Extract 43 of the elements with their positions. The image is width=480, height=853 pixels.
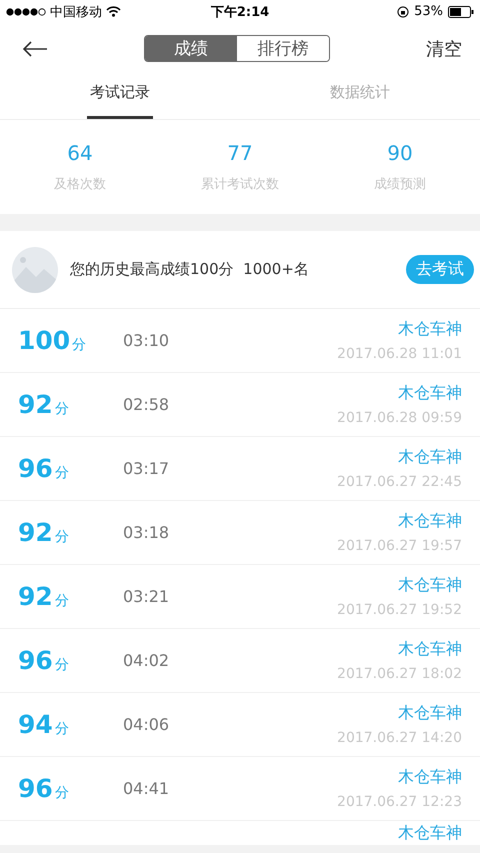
user-name: 木仓车神 (398, 823, 462, 844)
score-text: 92 分 (18, 582, 70, 612)
best-score-text: 您的历史最高成绩100分 1000+名 (70, 260, 310, 280)
user-name: 木仓车神 (398, 511, 462, 532)
battery-percent: 53% (414, 4, 443, 20)
back-arrow-icon[interactable] (22, 40, 48, 57)
signal-icon (6, 8, 46, 16)
score-text: 96 分 (18, 774, 70, 804)
score-text: 96 分 (18, 646, 70, 676)
lock-rotation-icon (397, 6, 410, 18)
user-name: 木仓车神 (398, 767, 462, 788)
duration-text: 04:02 (123, 651, 170, 670)
stat-value: 90 (387, 141, 413, 166)
user-name: 木仓车神 (398, 319, 462, 340)
segment-tab[interactable]: 成绩 (145, 36, 237, 62)
carrier-name: 中国移动 (50, 4, 102, 21)
duration-text: 04:41 (123, 779, 170, 798)
user-name: 木仓车神 (398, 447, 462, 468)
user-name: 木仓车神 (398, 639, 462, 660)
stat-label: 及格次数 (54, 176, 106, 194)
user-name: 木仓车神 (398, 703, 462, 724)
duration-text: 03:21 (123, 587, 170, 606)
duration-text: 04:06 (123, 715, 170, 734)
score-text: 100 分 (18, 326, 88, 356)
score-text: 92 分 (18, 518, 70, 548)
duration-text: 02:58 (123, 395, 170, 414)
score-text: 92 分 (18, 390, 70, 420)
stat-value: 64 (67, 141, 93, 166)
wifi-icon (106, 6, 121, 18)
duration-text: 03:10 (123, 331, 170, 350)
tab[interactable]: 考试记录 (87, 73, 153, 119)
battery-icon (448, 6, 474, 18)
stat-label: 成绩预测 (374, 176, 426, 194)
status-time: 下午2:14 (210, 4, 270, 21)
user-name: 木仓车神 (398, 383, 462, 404)
score-text: 96 分 (18, 454, 70, 484)
user-name: 木仓车神 (398, 575, 462, 596)
score-text: 94 分 (18, 710, 70, 740)
stat-label: 累计考试次数 (201, 176, 279, 194)
clear-button[interactable]: 清空 (426, 36, 462, 61)
stat-value: 77 (227, 141, 253, 166)
duration-text: 03:17 (123, 459, 170, 478)
duration-text: 03:18 (123, 523, 170, 542)
